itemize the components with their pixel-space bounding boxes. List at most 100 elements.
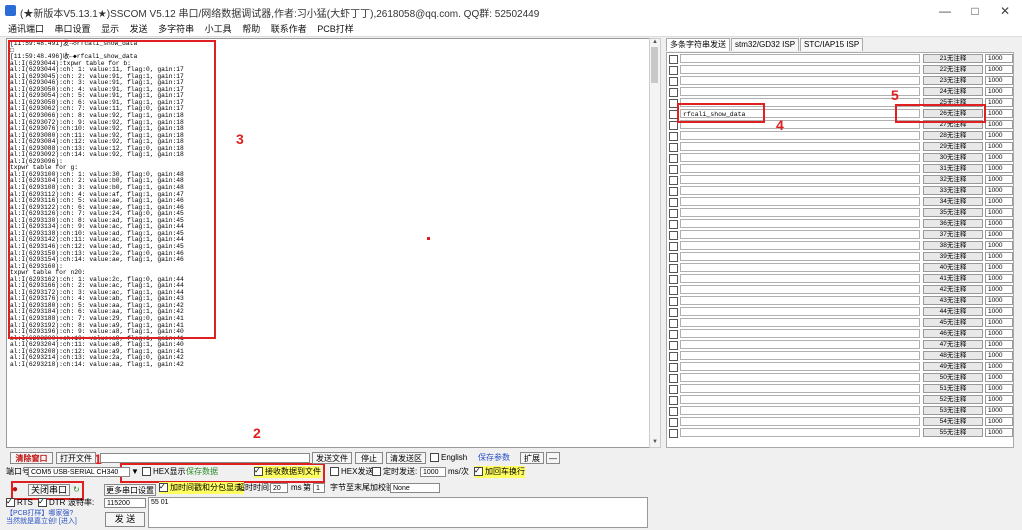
row-send-button[interactable]: 46无注释 (923, 329, 983, 338)
row-checkbox[interactable] (669, 286, 678, 295)
menu-item-tools[interactable]: 小工具 (205, 22, 232, 36)
receive-area[interactable]: [11:59:48.491]发→◇rfcali_show_data □ [11:… (6, 38, 651, 448)
row-order-input[interactable]: 1000 (985, 131, 1013, 140)
row-order-input[interactable]: 1000 (985, 219, 1013, 228)
scroll-thumb[interactable] (651, 47, 658, 83)
row-checkbox[interactable] (669, 396, 678, 405)
row-order-input[interactable]: 1000 (985, 142, 1013, 151)
row-checkbox[interactable] (669, 99, 678, 108)
row-order-input[interactable]: 1000 (985, 285, 1013, 294)
row-command-input[interactable] (680, 54, 920, 63)
row-order-input[interactable]: 1000 (985, 175, 1013, 184)
row-order-input[interactable]: 1000 (985, 417, 1013, 426)
row-order-input[interactable]: 1000 (985, 230, 1013, 239)
row-checkbox[interactable] (669, 154, 678, 163)
row-order-input[interactable]: 1000 (985, 76, 1013, 85)
row-command-input[interactable] (680, 329, 920, 338)
row-send-button[interactable]: 42无注释 (923, 285, 983, 294)
close-button[interactable]: ✕ (990, 3, 1020, 19)
clear-window-button[interactable]: 清除窗口 (10, 452, 53, 464)
hex-display-checkbox[interactable] (142, 467, 151, 477)
row-checkbox[interactable] (669, 363, 678, 372)
row-command-input[interactable] (680, 197, 920, 206)
row-order-input[interactable]: 1000 (985, 109, 1013, 118)
row-send-button[interactable]: 31无注释 (923, 164, 983, 173)
row-send-button[interactable]: 45无注释 (923, 318, 983, 327)
menu-item-multi-string[interactable]: 多字符串 (158, 22, 194, 36)
row-order-input[interactable]: 1000 (985, 87, 1013, 96)
row-command-input[interactable] (680, 164, 920, 173)
timestamp-checkbox[interactable] (159, 481, 168, 493)
dtr-option[interactable]: DTR (38, 496, 65, 509)
row-checkbox[interactable] (669, 209, 678, 218)
rts-checkbox[interactable] (6, 496, 15, 508)
row-checkbox[interactable] (669, 88, 678, 97)
row-checkbox[interactable] (669, 253, 678, 262)
row-order-input[interactable]: 1000 (985, 307, 1013, 316)
row-command-input[interactable] (680, 417, 920, 426)
row-checkbox[interactable] (669, 374, 678, 383)
row-send-button[interactable]: 34无注释 (923, 197, 983, 206)
row-command-input[interactable] (680, 406, 920, 415)
menu-item-send[interactable]: 发送 (130, 22, 148, 36)
row-send-button[interactable]: 36无注释 (923, 219, 983, 228)
row-send-button[interactable]: 30无注释 (923, 153, 983, 162)
row-order-input[interactable]: 1000 (985, 406, 1013, 415)
row-checkbox[interactable] (669, 275, 678, 284)
row-order-input[interactable]: 1000 (985, 263, 1013, 272)
row-command-input[interactable] (680, 76, 920, 85)
row-checkbox[interactable] (669, 231, 678, 240)
row-order-input[interactable]: 1000 (985, 208, 1013, 217)
chevron-down-icon[interactable]: ▼ (131, 466, 139, 478)
row-command-input[interactable] (680, 395, 920, 404)
row-checkbox[interactable] (669, 198, 678, 207)
row-checkbox[interactable] (669, 165, 678, 174)
row-command-input[interactable] (680, 208, 920, 217)
row-command-input[interactable] (680, 428, 920, 437)
row-checkbox[interactable] (669, 297, 678, 306)
menu-item-help[interactable]: 帮助 (242, 22, 260, 36)
row-order-input[interactable]: 1000 (985, 296, 1013, 305)
send-button[interactable]: 发 送 (105, 512, 145, 527)
row-checkbox[interactable] (669, 143, 678, 152)
open-file-button[interactable]: 打开文件 (56, 452, 96, 464)
row-order-input[interactable]: 1000 (985, 274, 1013, 283)
clear-send-button[interactable]: 清发送区 (386, 452, 426, 464)
row-command-input[interactable] (680, 98, 920, 107)
menu-item-contact[interactable]: 联系作者 (271, 22, 307, 36)
row-command-input[interactable] (680, 87, 920, 96)
row-order-input[interactable]: 1000 (985, 384, 1013, 393)
row-send-button[interactable]: 54无注释 (923, 417, 983, 426)
row-checkbox[interactable] (669, 341, 678, 350)
row-send-button[interactable]: 40无注释 (923, 263, 983, 272)
row-send-button[interactable]: 29无注释 (923, 142, 983, 151)
row-send-button[interactable]: 53无注释 (923, 406, 983, 415)
dtr-checkbox[interactable] (38, 496, 47, 508)
add-newline-checkbox[interactable] (474, 465, 483, 477)
row-checkbox[interactable] (669, 352, 678, 361)
row-command-input[interactable] (680, 219, 920, 228)
save-data-button[interactable]: 保存数据 (186, 466, 218, 478)
rts-option[interactable]: RTS (6, 496, 33, 509)
more-settings-button[interactable]: 更多串口设置 (104, 484, 156, 496)
row-send-button[interactable]: 28无注释 (923, 131, 983, 140)
nth-input[interactable]: 1 (313, 483, 325, 493)
row-command-input[interactable] (680, 296, 920, 305)
row-send-button[interactable]: 38无注释 (923, 241, 983, 250)
row-command-input[interactable] (680, 351, 920, 360)
row-send-button[interactable]: 35无注释 (923, 208, 983, 217)
promo-line-2[interactable]: 当然就是嘉立创! [进入] (6, 518, 77, 526)
file-path-field[interactable] (100, 453, 310, 463)
row-order-input[interactable]: 1000 (985, 329, 1013, 338)
timeout-input[interactable]: 20 (270, 483, 288, 493)
close-port-button[interactable]: 关闭串口 (28, 484, 70, 496)
recv-to-file-checkbox[interactable] (254, 465, 263, 477)
row-send-button[interactable]: 39无注释 (923, 252, 983, 261)
recv-to-file-option[interactable]: 接收数据到文件 (254, 465, 321, 478)
row-checkbox[interactable] (669, 55, 678, 64)
row-order-input[interactable]: 1000 (985, 54, 1013, 63)
menu-item-port[interactable]: 通讯端口 (8, 22, 44, 36)
row-command-input[interactable] (680, 340, 920, 349)
row-command-input[interactable] (680, 120, 920, 129)
row-checkbox[interactable] (669, 319, 678, 328)
